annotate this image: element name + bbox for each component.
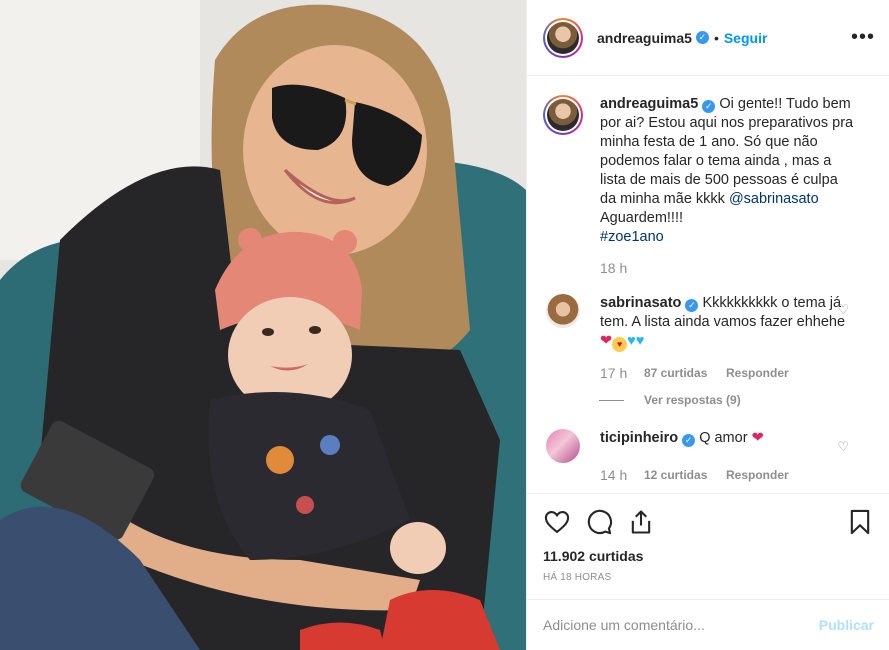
post-timestamp[interactable]: HÁ 18 HORAS <box>543 572 874 583</box>
comment-username[interactable]: sabrinasato <box>600 295 681 311</box>
comment-like-heart-icon[interactable]: ♡ <box>837 302 849 318</box>
comments-list[interactable]: andreaguima5 ✓ Oi gente!! Tudo bem por ai… <box>527 77 889 493</box>
author-avatar-image <box>547 21 579 54</box>
comment-time[interactable]: 17 h <box>600 364 644 383</box>
blue-heart-emoji: ♥ <box>635 333 645 349</box>
comment-username[interactable]: ticipinheiro <box>600 430 678 446</box>
comment-likes[interactable]: 12 curtidas <box>644 466 726 485</box>
caption: andreaguima5 ✓ Oi gente!! Tudo bem por ai… <box>543 95 874 278</box>
reply-button[interactable]: Responder <box>726 466 789 485</box>
red-heart-emoji: ❤ <box>751 430 764 446</box>
photo-illustration <box>0 0 526 650</box>
comment-input[interactable] <box>543 617 819 633</box>
comment-text: Q amor <box>699 430 748 446</box>
comment-meta: 14 h 12 curtidas Responder <box>600 466 855 485</box>
post-actions: 11.902 curtidas HÁ 18 HORAS <box>527 493 889 599</box>
caption-hashtag[interactable]: #zoe1ano <box>600 229 664 245</box>
comment-item: ticipinheiro ✓ Q amor ❤ 14 h 12 curtidas … <box>543 429 874 485</box>
comment-meta: 17 h 87 curtidas Responder <box>600 364 855 383</box>
comment-time[interactable]: 14 h <box>600 466 644 485</box>
comment-icon[interactable] <box>585 508 613 536</box>
comment-item: sabrinasato ✓ Kkkkkkkkkk o tema já tem. A… <box>543 294 874 383</box>
caption-username[interactable]: andreaguima5 <box>600 96 698 112</box>
caption-mention[interactable]: @sabrinasato <box>729 191 819 207</box>
caption-time[interactable]: 18 h <box>600 259 855 278</box>
view-replies[interactable]: Ver respostas (9) <box>599 393 874 407</box>
verified-badge-icon: ✓ <box>682 434 696 447</box>
verified-badge-icon: ✓ <box>702 100 716 113</box>
likes-count[interactable]: 11.902 curtidas <box>543 548 874 564</box>
caption-avatar-image <box>547 99 579 131</box>
verified-badge-icon: ✓ <box>685 299 699 312</box>
author-avatar[interactable] <box>543 17 583 58</box>
heart-eyes-emoji: ♥ <box>612 337 628 352</box>
reply-button[interactable]: Responder <box>726 364 789 383</box>
author-username[interactable]: andreaguima5 <box>597 30 692 46</box>
blue-heart-emoji: ♥ <box>627 333 636 349</box>
post-panel: andreaguima5 ✓ • Seguir ••• andreaguima5… <box>526 0 889 650</box>
bookmark-icon[interactable] <box>846 508 874 536</box>
comment-avatar[interactable] <box>546 429 580 463</box>
verified-badge-icon: ✓ <box>695 31 709 44</box>
comment-avatar[interactable] <box>546 294 580 328</box>
publish-button[interactable]: Publicar <box>819 617 874 633</box>
replies-line <box>599 399 624 401</box>
follow-button[interactable]: Seguir <box>724 30 768 46</box>
post-photo[interactable] <box>0 0 526 650</box>
add-comment-bar: Publicar <box>527 599 889 650</box>
comment-likes[interactable]: 87 curtidas <box>644 364 726 383</box>
header-separator: • <box>713 29 719 46</box>
comment-like-heart-icon[interactable]: ♡ <box>837 439 849 455</box>
heart-icon[interactable] <box>543 508 571 536</box>
caption-text-2: Aguardem!!!! <box>600 210 684 226</box>
caption-avatar[interactable] <box>543 95 583 135</box>
share-icon[interactable] <box>627 508 655 536</box>
post-header: andreaguima5 ✓ • Seguir ••• <box>527 0 889 76</box>
view-replies-label[interactable]: Ver respostas (9) <box>644 393 741 407</box>
more-options-icon[interactable]: ••• <box>851 27 875 47</box>
red-heart-emoji: ❤ <box>600 333 613 349</box>
